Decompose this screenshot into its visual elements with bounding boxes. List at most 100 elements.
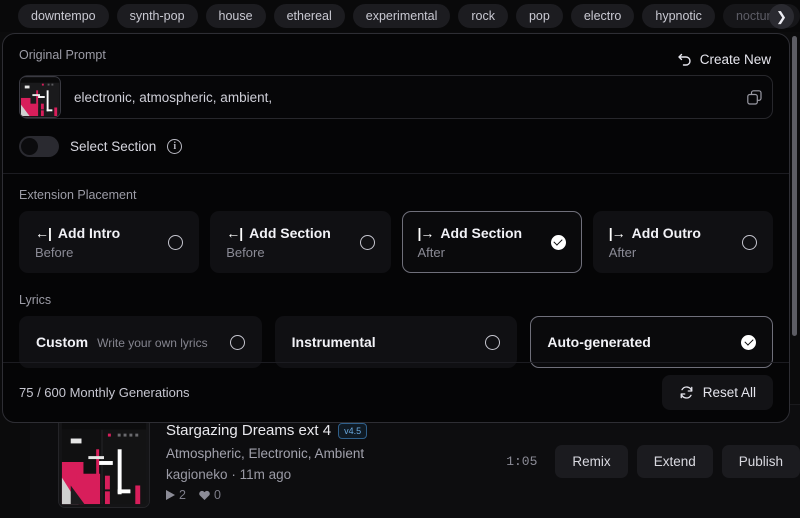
option-add-outro-after-header: |→ Add Outro [609,225,701,241]
reset-all-label: Reset All [702,385,756,400]
option-add-section-before[interactable]: ←| Add Section Before [210,211,391,273]
option-add-outro-after-subtitle: After [608,244,637,260]
option-add-outro-after-title: Add Outro [631,224,701,241]
extension-placement-options: ←| Add Intro Before ←| Add Section Befor… [19,211,773,273]
option-add-outro-after-radio[interactable] [742,234,757,250]
reset-all-button[interactable]: Reset All [661,375,773,410]
arrow-bar-right-icon: |→ [417,224,435,241]
track-likes-count: 0 [213,488,221,502]
option-add-section-before-header: ←| Add Section [226,225,331,241]
prompt-thumbnail[interactable] [19,76,61,118]
album-art-thumbnail-graphic [20,77,60,117]
original-prompt-value[interactable]: electronic, atmospheric, ambient, [61,90,747,105]
lyrics-option-auto-generated-content: Auto-generated [547,334,650,350]
option-add-intro-before-subtitle: Before [35,244,74,260]
option-add-section-after[interactable]: |→ Add Section After [401,211,582,273]
track-actions: Remix Extend Publish [555,445,800,478]
tag-house[interactable]: house [205,4,266,28]
modal-body: Original Prompt Create New electronic, a… [3,34,789,368]
chevron-right-icon[interactable]: ❯ [769,4,794,29]
track-separator: · [231,467,236,482]
remix-button[interactable]: Remix [555,445,628,478]
arrow-left-bar-icon: ←| [226,224,243,241]
track-stats: 2 0 [166,488,506,502]
option-add-intro-before-radio[interactable] [168,234,184,250]
lyrics-option-custom[interactable]: Custom Write your own lyrics [19,316,262,368]
lyrics-option-custom-content: Custom Write your own lyrics [36,334,208,350]
track-time-ago: 11m ago [239,467,292,482]
album-art-graphic [59,416,149,507]
original-prompt-field[interactable]: electronic, atmospheric, ambient, [19,75,773,119]
track-version-badge: v4.5 [338,422,368,439]
select-section-row: Select Section i [19,136,773,157]
lyrics-option-custom-radio[interactable] [229,334,245,350]
option-add-section-after-header: |→ Add Section [418,225,523,241]
option-add-outro-after[interactable]: |→ Add Outro After [592,211,773,273]
track-plays-count: 2 [179,488,186,502]
extend-settings-modal: Original Prompt Create New electronic, a… [2,33,790,423]
heart-icon [199,490,210,500]
info-icon[interactable]: i [167,139,183,154]
track-title[interactable]: Stargazing Dreams ext 4 [166,422,331,439]
option-add-intro-before-title: Add Intro [57,224,121,241]
lyrics-options: Custom Write your own lyrics Instrumenta… [19,316,774,368]
lyrics-option-auto-generated-title: Auto-generated [547,334,651,350]
track-author[interactable]: kagioneko [166,467,228,482]
tag-electro[interactable]: electro [570,4,635,28]
modal-footer: 75 / 600 Monthly Generations Reset All [3,362,789,422]
toggle-knob [21,138,38,155]
original-prompt-label: Original Prompt [19,48,106,62]
tag-pop[interactable]: pop [515,4,563,28]
arrow-left-bar-icon: ←| [35,224,52,241]
select-section-label: Select Section [70,139,157,154]
track-artwork[interactable] [58,415,150,508]
option-add-section-before-title: Add Section [249,224,331,241]
lyrics-option-instrumental[interactable]: Instrumental [274,316,518,368]
option-add-intro-before-header: ←| Add Intro [35,225,120,241]
lyrics-label: Lyrics [19,293,52,307]
track-title-row: Stargazing Dreams ext 4 v4.5 [166,421,506,440]
track-details: Stargazing Dreams ext 4 v4.5 Atmospheric… [166,421,506,502]
option-add-section-before-radio[interactable] [359,234,375,250]
publish-button[interactable]: Publish [721,445,800,478]
refresh-icon [680,386,693,399]
monthly-generations-count: 75 / 600 Monthly Generations [19,385,190,400]
page-scrollbar[interactable] [792,36,797,336]
lyrics-option-instrumental-title: Instrumental [291,334,376,350]
lyrics-option-custom-hint: Write your own lyrics [97,336,208,350]
tag-synth-pop[interactable]: synth-pop [116,4,198,28]
lyrics-option-auto-generated[interactable]: Auto-generated [530,316,774,368]
option-add-section-after-radio[interactable] [550,234,566,250]
lyrics-option-instrumental-radio[interactable] [485,334,501,350]
tag-downtempo[interactable]: downtempo [18,4,109,28]
extension-placement-label: Extension Placement [19,188,137,202]
select-section-toggle[interactable] [19,136,59,157]
create-new-button[interactable]: Create New [676,52,773,67]
genre-tag-bar: downtempo synth-pop house ethereal exper… [0,0,800,32]
option-add-section-after-subtitle: After [417,244,445,260]
track-genres: Atmospheric, Electronic, Ambient [166,446,365,461]
arrow-bar-right-icon: |→ [608,224,626,241]
tag-experimental[interactable]: experimental [352,4,451,28]
extend-button[interactable]: Extend [636,445,713,478]
create-new-label: Create New [699,52,771,67]
lyrics-option-auto-generated-radio[interactable] [741,334,757,350]
track-author-line: kagioneko · 11m ago [166,467,506,482]
prompt-header-row: Original Prompt Create New [19,48,773,71]
undo-arrow-icon [678,53,691,66]
section-divider-1 [3,173,789,174]
option-add-section-before-subtitle: Before [226,244,265,260]
lyrics-option-custom-title: Custom [36,334,89,350]
play-triangle-icon [166,490,175,500]
track-plays: 2 [166,488,186,502]
option-add-intro-before[interactable]: ←| Add Intro Before [19,211,200,273]
copy-icon[interactable] [747,89,762,105]
track-likes[interactable]: 0 [199,488,221,502]
lyrics-option-instrumental-content: Instrumental [292,334,376,350]
tag-ethereal[interactable]: ethereal [273,4,345,28]
tag-rock[interactable]: rock [458,4,508,28]
track-duration: 1:05 [506,454,538,469]
tag-hypnotic[interactable]: hypnotic [642,4,715,28]
app-root: Stargazing Dreams ext 4 v4.5 Atmospheric… [0,0,800,518]
option-add-section-after-title: Add Section [440,224,523,241]
